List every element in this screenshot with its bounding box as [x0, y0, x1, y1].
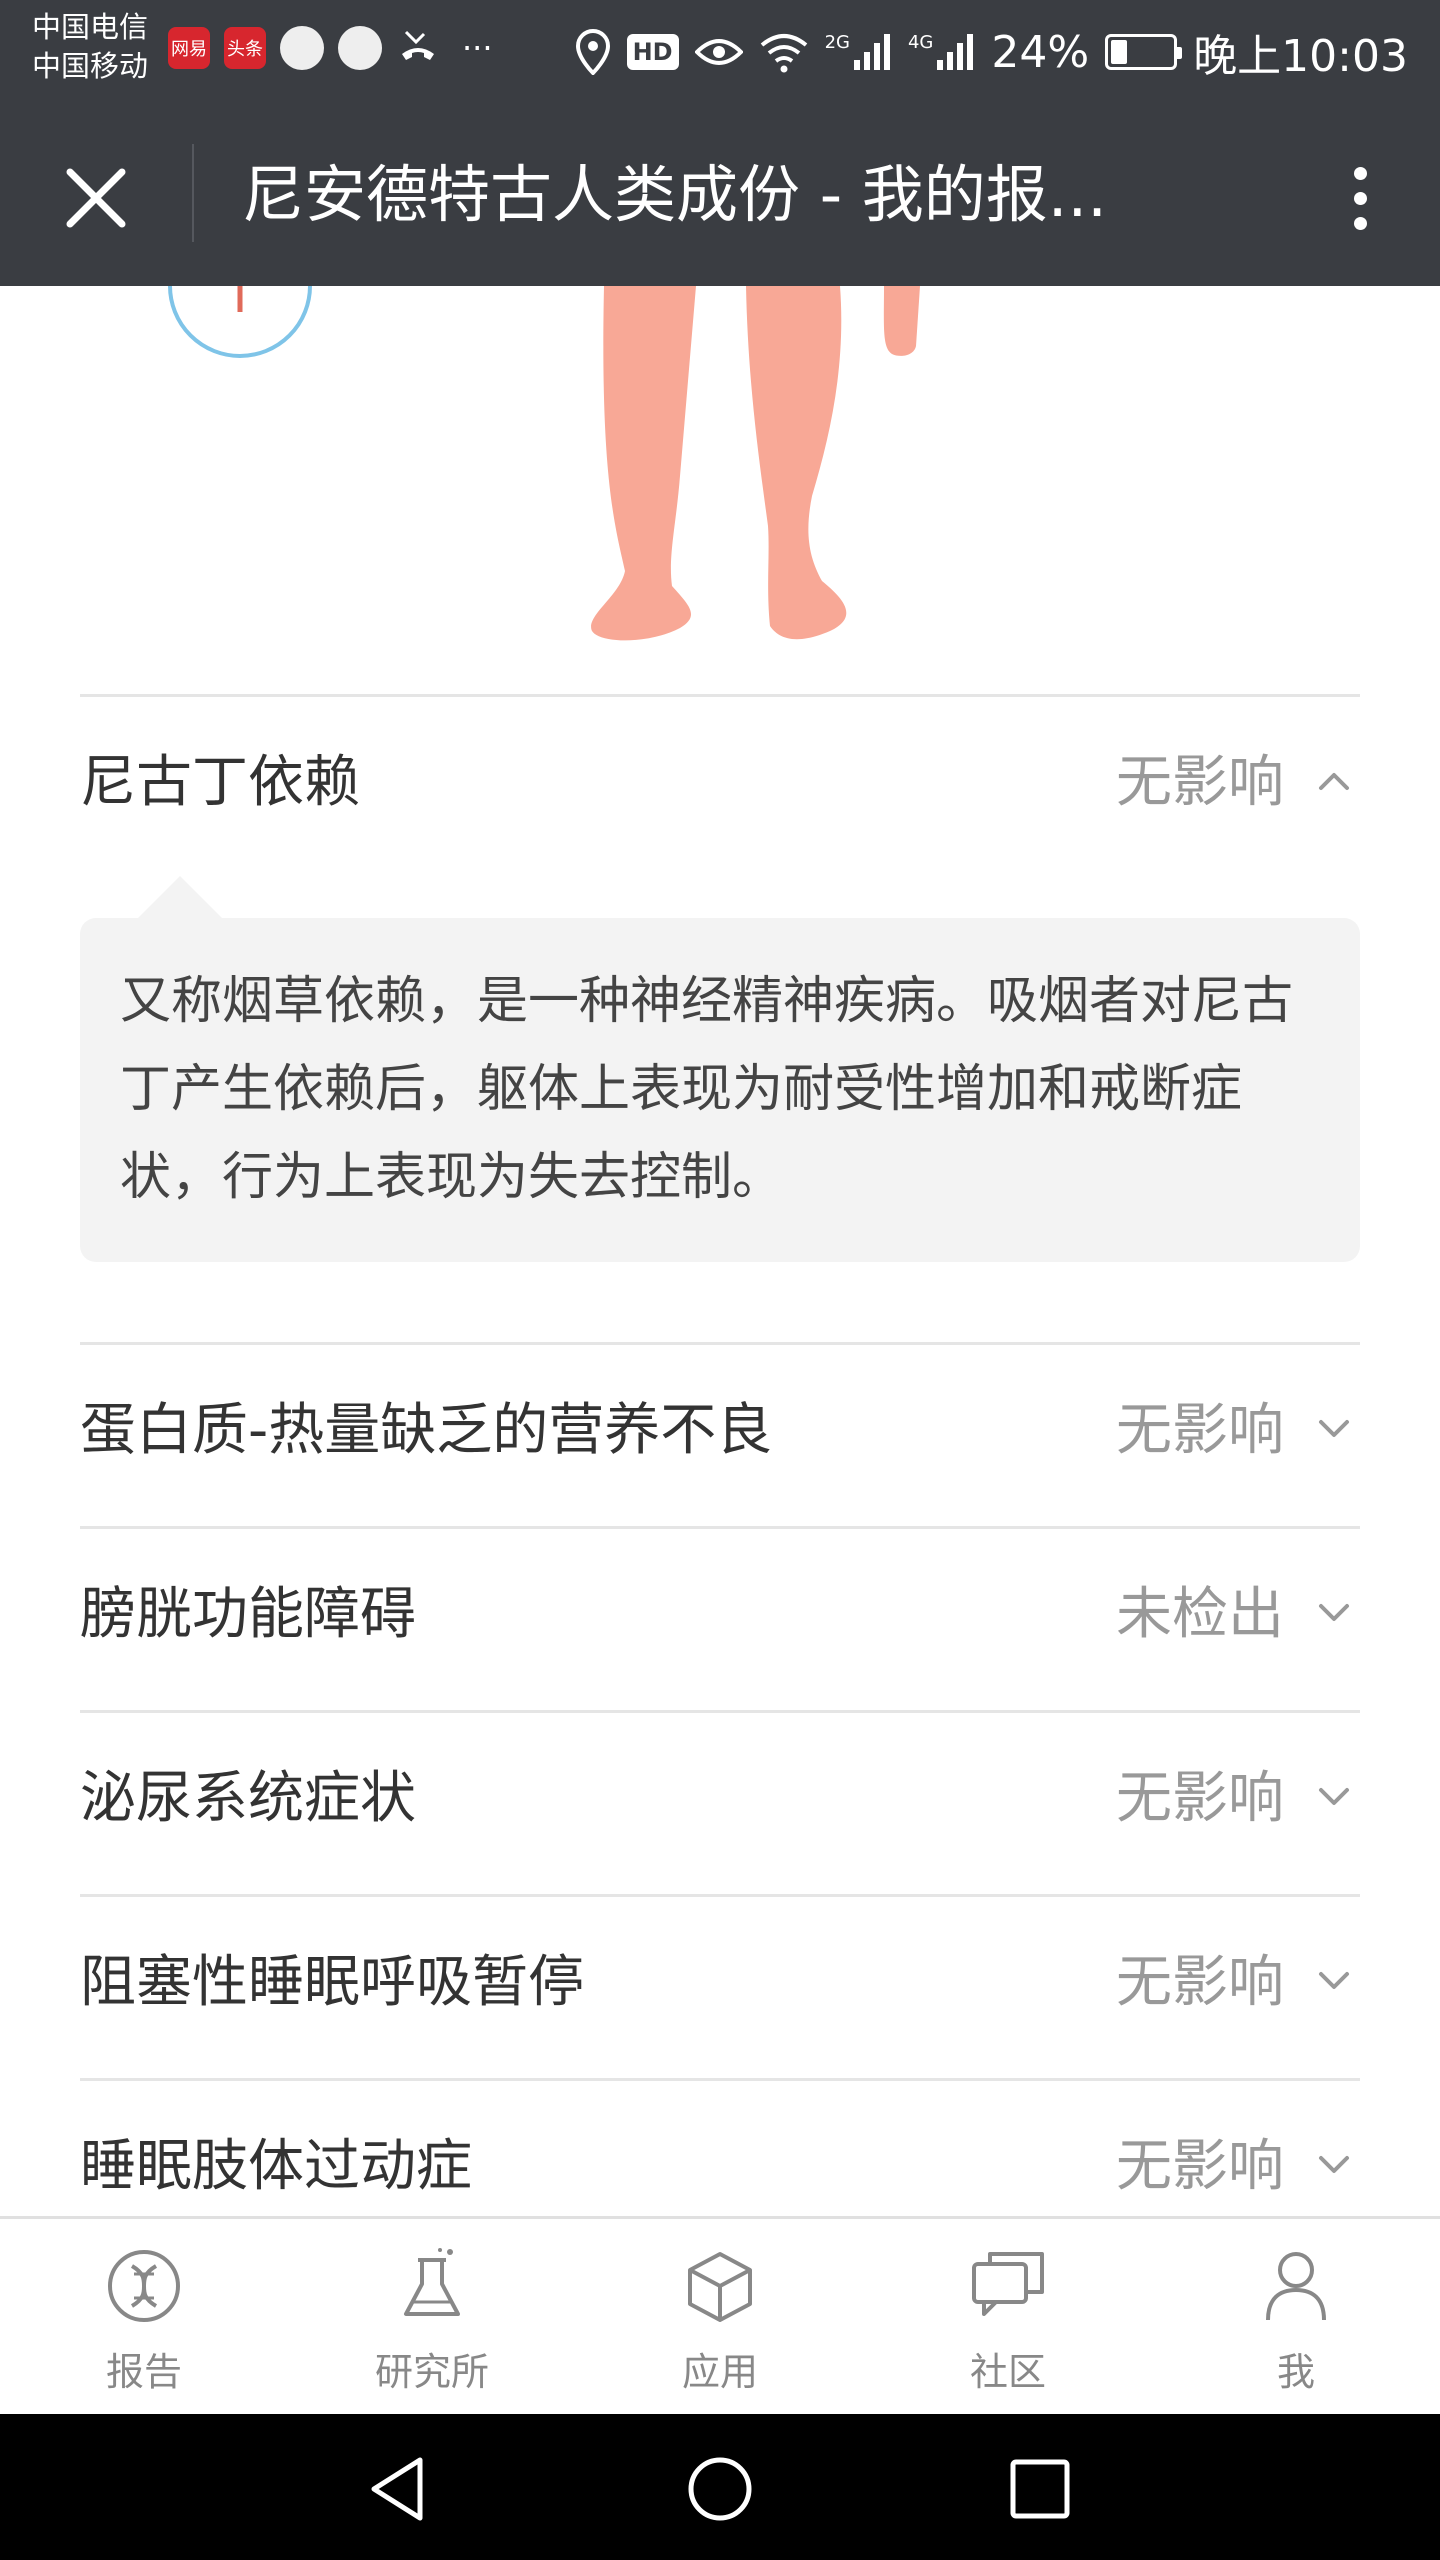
recents-button[interactable]: [995, 2444, 1085, 2534]
chevron-down-icon[interactable]: [1314, 1409, 1354, 1449]
signal-2g-icon: 2G: [825, 32, 892, 72]
location-icon: [575, 29, 610, 75]
trait-name: 蛋白质-热量缺乏的营养不良: [80, 1398, 773, 1463]
description-pointer: [138, 876, 222, 918]
dot: [1353, 216, 1367, 230]
trait-row[interactable]: 睡眠肢体过动症 无影响: [80, 2078, 1360, 2216]
page-title: 尼安德特古人类成份 - 我的报...: [242, 158, 1107, 231]
trait-name: 尼古丁依赖: [80, 750, 360, 815]
nav-report[interactable]: 报告: [0, 2219, 288, 2417]
recents-icon: [1010, 2459, 1070, 2519]
close-icon: [66, 168, 126, 228]
hd-icon: HD: [626, 34, 679, 70]
nav-apps[interactable]: 应用: [576, 2219, 864, 2417]
network-2g-label: 2G: [824, 32, 850, 53]
notification-icons: 网易 头条 ···: [168, 24, 493, 72]
nav-label: 报告: [105, 2350, 182, 2394]
flask-icon: [389, 2243, 475, 2329]
dna-icon: [101, 2243, 187, 2329]
dot: [1353, 191, 1367, 205]
title-bar: 尼安德特古人类成份 - 我的报...: [0, 98, 1440, 286]
nav-institute[interactable]: 研究所: [288, 2219, 576, 2417]
carrier-2: 中国移动: [32, 49, 149, 83]
chevron-down-icon[interactable]: [1314, 2145, 1354, 2185]
report-content[interactable]: 尼古丁依赖 无影响 又称烟草依赖，是一种神经精神疾病。吸烟者对尼古丁产生依赖后，…: [0, 286, 1440, 2216]
bottom-nav: 报告 研究所 应用 社区 我: [0, 2216, 1440, 2414]
body-illustration: [168, 286, 920, 641]
chevron-down-icon[interactable]: [1314, 1593, 1354, 1633]
network-4g-label: 4G: [907, 32, 934, 53]
battery-icon: [1105, 34, 1183, 70]
eye-icon: [694, 39, 743, 65]
trait-name: 膀胱功能障碍: [80, 1582, 416, 1647]
nav-label: 研究所: [374, 2350, 489, 2394]
trait-row[interactable]: 膀胱功能障碍 未检出: [80, 1526, 1360, 1710]
person-icon: [1253, 2243, 1339, 2329]
qq-icon: [280, 26, 324, 70]
hand: [883, 286, 920, 356]
system-navigation-bar: [0, 2414, 1440, 2560]
trait-name: 泌尿系统症状: [80, 1766, 416, 1831]
clock: 晚上10:03: [1193, 31, 1408, 82]
title-divider: [192, 144, 194, 242]
trait-status: 无影响: [1116, 750, 1284, 815]
signal-4g-icon: 4G: [908, 32, 975, 72]
back-icon: [371, 2457, 423, 2521]
carrier-1: 中国电信: [32, 10, 149, 44]
right-leg: [746, 286, 847, 640]
nav-label: 我: [1276, 2350, 1315, 2394]
battery-percent: 24%: [991, 26, 1090, 78]
trait-name: 阻塞性睡眠呼吸暂停: [80, 1950, 584, 2015]
trait-row[interactable]: 蛋白质-热量缺乏的营养不良 无影响: [80, 1342, 1360, 1526]
trait-status: 未检出: [1116, 1582, 1284, 1647]
home-icon: [688, 2457, 752, 2521]
toutiao-icon: 头条: [224, 27, 266, 69]
wifi-icon: [760, 34, 807, 73]
more-options-button[interactable]: [1320, 150, 1400, 246]
trait-status: 无影响: [1116, 2134, 1284, 2199]
trait-status: 无影响: [1116, 1398, 1284, 1463]
chevron-down-icon[interactable]: [1314, 1961, 1354, 2001]
back-button[interactable]: [354, 2444, 444, 2534]
nav-label: 应用: [681, 2350, 758, 2394]
trait-description: 又称烟草依赖，是一种神经精神疾病。吸烟者对尼古丁产生依赖后，躯体上表现为耐受性增…: [80, 918, 1360, 1262]
more-notifications-icon: ···: [462, 29, 493, 67]
nav-me[interactable]: 我: [1152, 2219, 1440, 2417]
carrier-info: 中国电信 中国移动: [32, 8, 148, 86]
missed-call-icon: [396, 24, 440, 72]
home-button[interactable]: [675, 2444, 765, 2534]
browser-icon: [338, 26, 382, 70]
close-button[interactable]: [48, 150, 144, 246]
status-bar: 中国电信 中国移动 网易 头条 ··· HD 2G 4G 24% 晚上10:03: [0, 0, 1440, 98]
trait-row[interactable]: 阻塞性睡眠呼吸暂停 无影响: [80, 1894, 1360, 2078]
chevron-down-icon[interactable]: [1314, 1777, 1354, 1817]
dot: [1353, 166, 1367, 180]
trait-status: 无影响: [1116, 1950, 1284, 2015]
netease-news-icon: 网易: [168, 27, 210, 69]
nav-label: 社区: [969, 2350, 1046, 2394]
system-indicators: HD 2G 4G 24% 晚上10:03: [575, 20, 1408, 84]
left-leg: [591, 286, 696, 641]
trait-row-expanded[interactable]: 尼古丁依赖 无影响: [80, 694, 1360, 878]
trait-status: 无影响: [1116, 1766, 1284, 1831]
chevron-up-icon[interactable]: [1314, 761, 1354, 801]
trait-row[interactable]: 泌尿系统症状 无影响: [80, 1710, 1360, 1894]
trait-name: 睡眠肢体过动症: [80, 2134, 472, 2199]
chat-icon: [965, 2243, 1051, 2329]
nav-community[interactable]: 社区: [864, 2219, 1152, 2417]
cube-icon: [677, 2243, 763, 2329]
